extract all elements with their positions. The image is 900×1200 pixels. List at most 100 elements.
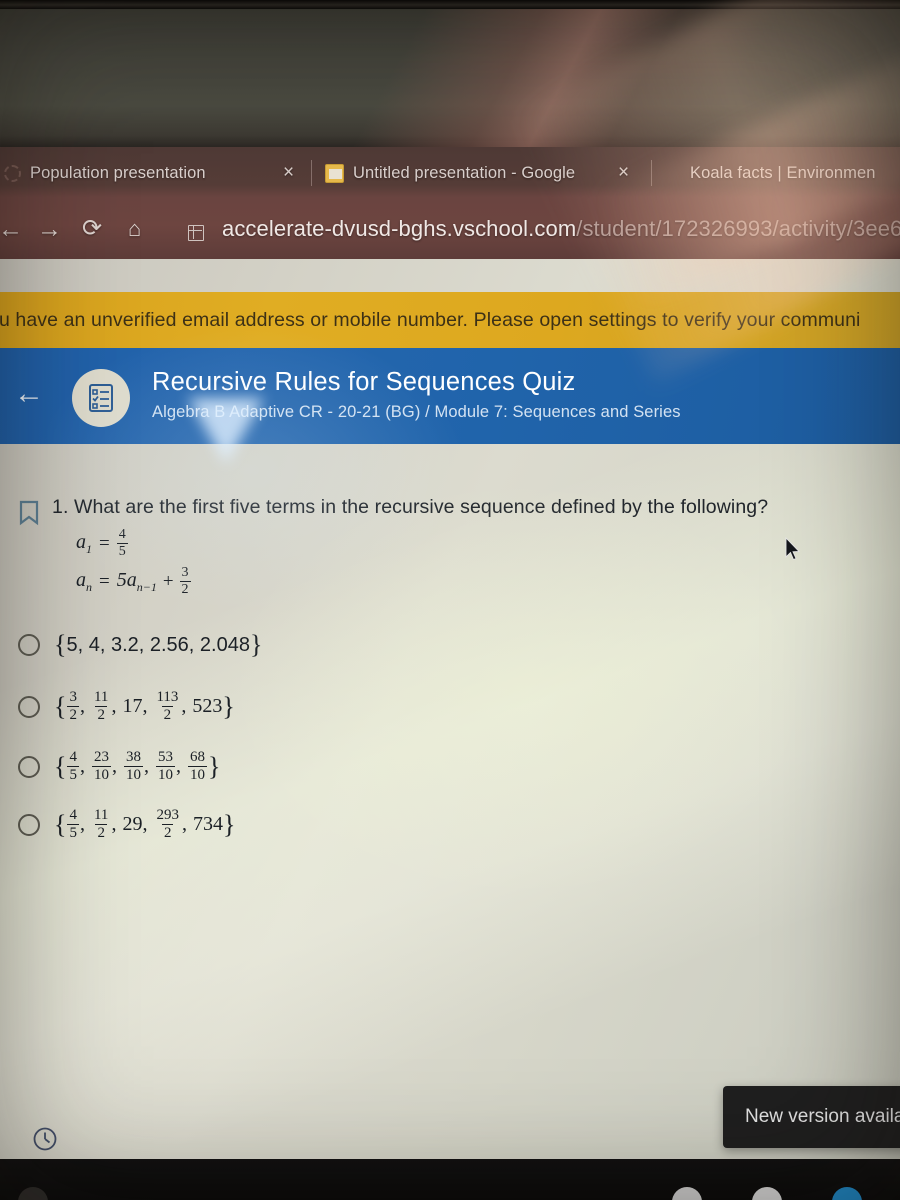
quiz-header-text: Recursive Rules for Sequences Quiz Algeb… — [152, 366, 681, 426]
fraction-numerator: 11 — [93, 689, 109, 705]
radio-button[interactable] — [18, 755, 40, 778]
fraction-denominator: 2 — [179, 581, 191, 597]
fraction: 68 10 — [187, 750, 207, 783]
separator-comma: , — [142, 695, 148, 717]
site-info-icon[interactable] — [188, 225, 204, 241]
fraction-numerator: 4 — [118, 527, 126, 542]
shelf-app-icon[interactable] — [832, 1187, 862, 1200]
tab-title: Untitled presentation - Google — [353, 163, 576, 182]
tab-title: Koala facts | Environmen — [690, 163, 876, 182]
fraction-denominator: 2 — [161, 824, 174, 841]
answer-option-text: {5, 4, 3.2, 2.56, 2.048} — [54, 630, 262, 660]
fraction: 23 10 — [91, 750, 111, 783]
option-value: 523 — [192, 695, 223, 717]
header-back-icon[interactable]: ← — [14, 376, 44, 412]
fraction-denominator: 5 — [67, 766, 79, 783]
quiz-checklist-icon — [72, 369, 130, 427]
formula-coef-sub: n−1 — [136, 579, 157, 594]
fraction: 53 10 — [155, 750, 175, 783]
tab-close-button[interactable]: × — [618, 163, 629, 182]
separator-comma: , — [175, 755, 181, 777]
fraction-numerator: 4 — [69, 807, 77, 823]
fraction-denominator: 10 — [91, 766, 111, 783]
radio-button[interactable] — [18, 813, 40, 836]
separator-comma: , — [181, 695, 187, 717]
google-slides-icon — [325, 163, 344, 183]
set-brace: } — [207, 751, 221, 781]
tab-close-button[interactable]: × — [283, 163, 294, 182]
browser-tab-untitled-presentation[interactable]: Untitled presentation - Google — [325, 147, 575, 199]
fraction-numerator: 38 — [125, 749, 141, 765]
back-icon[interactable]: ← — [0, 209, 23, 249]
fraction: 38 10 — [123, 749, 143, 783]
loading-spinner-icon — [4, 164, 21, 182]
separator-comma: , — [79, 755, 85, 777]
fraction: 45 — [67, 808, 79, 841]
set-brace: { — [54, 751, 67, 781]
formula-lhs: a1 — [76, 530, 92, 556]
formula-equals: = — [99, 532, 110, 554]
tab-separator — [311, 160, 312, 186]
formula-plus: + — [162, 570, 174, 592]
set-brace: } — [222, 809, 236, 839]
fraction-denominator: 2 — [67, 706, 79, 723]
set-brace: { — [54, 630, 67, 659]
answer-option-c[interactable]: {4 5, 23 10, 38 10, 53 10, 68 10} — [18, 750, 220, 783]
separator-comma: , — [142, 813, 148, 835]
new-version-snackbar[interactable]: New version availa — [723, 1086, 900, 1148]
answer-option-a[interactable]: {5, 4, 3.2, 2.56, 2.048} — [18, 630, 262, 660]
answer-option-text: {4 5, 11 2, 29, 293 2, 734} — [54, 808, 235, 841]
shelf-launcher-icon[interactable] — [18, 1187, 48, 1200]
reload-icon[interactable]: ⟳ — [82, 209, 102, 249]
answer-option-b[interactable]: {3 2, 11 2, 17, 113 2, 523} — [18, 690, 235, 723]
fraction-denominator: 10 — [123, 766, 143, 783]
set-brace: } — [222, 691, 235, 721]
photographed-screen: Population presentation × Untitled prese… — [0, 0, 900, 1200]
radio-button[interactable] — [18, 695, 40, 718]
radio-button[interactable] — [18, 634, 40, 656]
set-brace: } — [249, 630, 263, 659]
forward-icon[interactable]: → — [37, 209, 62, 249]
formula-lhs-sub: n — [86, 579, 92, 594]
fraction: 45 — [67, 750, 79, 783]
fraction: 293 2 — [154, 808, 181, 841]
set-brace: { — [54, 691, 67, 721]
separator-comma: , — [111, 695, 117, 717]
separator-comma: , — [79, 813, 85, 835]
bookmark-icon[interactable] — [18, 500, 40, 531]
separator-comma: , — [111, 813, 117, 835]
answer-option-text: {3 2, 11 2, 17, 113 2, 523} — [54, 690, 235, 723]
fraction-numerator: 113 — [156, 689, 179, 705]
fraction-denominator: 2 — [161, 706, 174, 723]
os-shelf — [0, 1159, 900, 1200]
fraction: 32 — [67, 690, 79, 723]
recursive-formula: a1 = 4 5 an = 5an−1 + 3 2 — [76, 528, 191, 597]
fraction-numerator: 3 — [69, 689, 77, 705]
formula-fraction: 4 5 — [116, 527, 128, 559]
fraction-denominator: 5 — [116, 543, 128, 559]
formula-fraction: 3 2 — [179, 566, 191, 597]
set-brace: { — [54, 809, 67, 839]
browser-tab-population-presentation[interactable]: Population presentation — [4, 147, 206, 199]
fraction-denominator: 2 — [95, 706, 107, 723]
browser-tab-koala-facts[interactable]: Koala facts | Environmen — [690, 147, 876, 199]
home-icon[interactable]: ⌂ — [128, 209, 141, 249]
shelf-app-icon[interactable] — [672, 1187, 702, 1200]
separator-comma: , — [111, 755, 117, 777]
answer-option-d[interactable]: {4 5, 11 2, 29, 293 2, 734} — [18, 808, 235, 841]
option-value: 734 — [192, 813, 223, 835]
formula-lhs-sub: 1 — [86, 541, 92, 556]
fraction-denominator: 2 — [95, 824, 107, 841]
clock-icon[interactable] — [32, 1126, 58, 1157]
question-prompt: 1. What are the first five terms in the … — [52, 496, 769, 518]
quiz-header-bar: ← Recursive Rules for Sequences Quiz Alg… — [0, 348, 900, 444]
fraction-denominator: 10 — [155, 766, 175, 783]
fraction: 113 2 — [154, 690, 180, 723]
formula-equals: = — [99, 570, 110, 592]
shelf-app-icon[interactable] — [752, 1187, 782, 1200]
browser-chrome: Population presentation × Untitled prese… — [0, 147, 900, 259]
option-value-list: 5, 4, 3.2, 2.56, 2.048 — [66, 633, 250, 656]
banner-text: ou have an unverified email address or m… — [0, 308, 861, 331]
separator-comma: , — [143, 755, 149, 777]
address-bar[interactable]: accelerate-dvusd-bghs.vschool.com/studen… — [222, 211, 900, 247]
